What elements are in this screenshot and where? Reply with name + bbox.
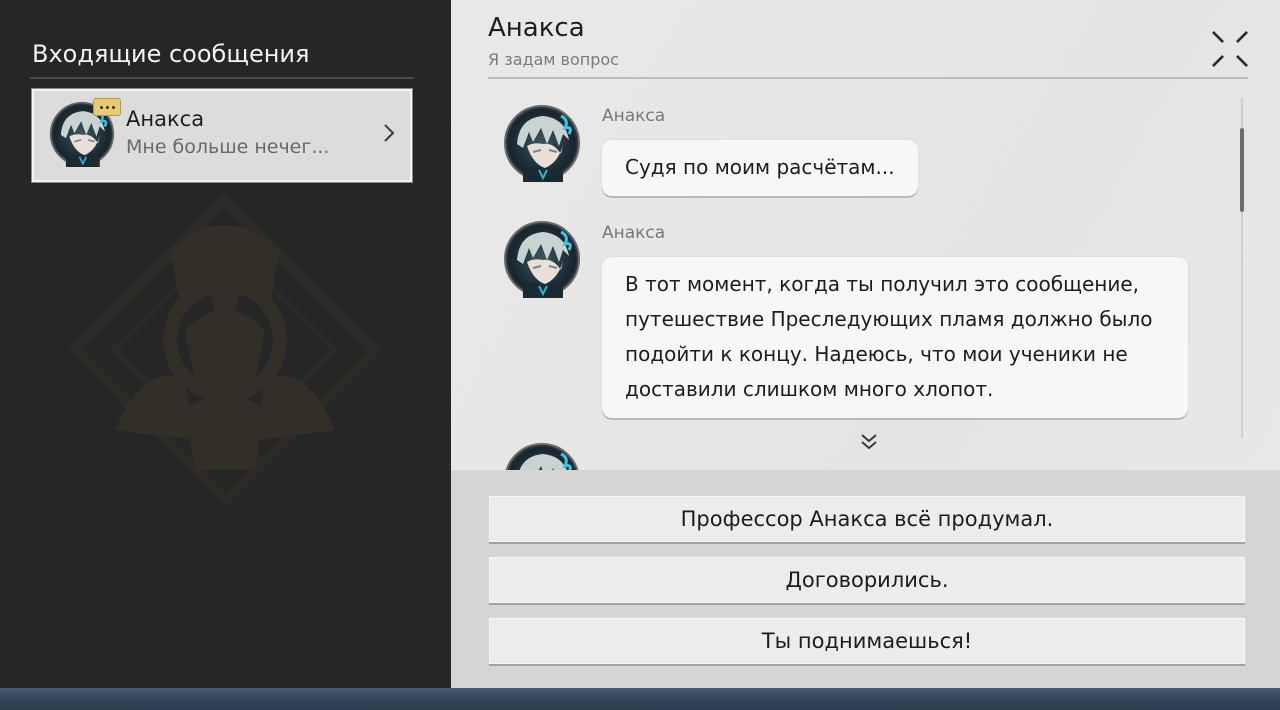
chevron-right-icon — [384, 124, 395, 142]
chat-subtitle: Я задам вопрос — [488, 50, 619, 69]
avatar — [503, 104, 581, 182]
contact-name: Анакса — [126, 107, 205, 131]
message-bubble: В тот момент, когда ты получил это сообщ… — [602, 257, 1188, 418]
chat-title: Анакса — [488, 13, 585, 43]
message-line: путешествие Преследующих пламя должно бы… — [625, 307, 1153, 331]
avatar — [503, 220, 581, 298]
reply-option-2[interactable]: Договорились. — [489, 557, 1245, 603]
message-line: В тот момент, когда ты получил это сообщ… — [625, 272, 1139, 296]
chat-history[interactable]: Анакса Судя по моим расчётам... Анакса В… — [451, 80, 1280, 470]
inbox-title: Входящие сообщения — [32, 40, 310, 68]
message-sender: Анакса — [602, 106, 666, 126]
message-line: доставили слишком много хлопот. — [625, 377, 994, 401]
scrollbar-thumb[interactable] — [1240, 128, 1244, 212]
avatar — [503, 442, 581, 470]
faction-emblem-icon — [67, 192, 383, 508]
reply-options: Профессор Анакса всё продумал. Договорил… — [451, 470, 1280, 688]
chat-panel: Анакса Я задам вопрос Анакса Судя по мои… — [451, 0, 1280, 688]
double-chevron-down-icon[interactable] — [859, 432, 879, 452]
reply-option-1[interactable]: Профессор Анакса всё продумал. — [489, 496, 1245, 542]
divider — [488, 77, 1248, 79]
inbox-panel: Входящие сообщения Анакса Мне больше неч… — [0, 0, 451, 688]
ellipsis-badge-icon — [93, 98, 121, 116]
divider — [30, 77, 414, 79]
reply-option-3[interactable]: Ты поднимаешься! — [489, 618, 1245, 664]
message-line: подойти к концу. Надеюсь, что мои ученик… — [625, 342, 1128, 366]
message-bubble: Судя по моим расчётам... — [602, 140, 918, 196]
contact-preview: Мне больше нечег... — [126, 136, 330, 158]
close-x-icon[interactable] — [1209, 28, 1251, 70]
contact-item-anaxa[interactable]: Анакса Мне больше нечег... — [31, 88, 413, 183]
message-sender: Анакса — [602, 223, 666, 243]
background-strip — [0, 688, 1280, 710]
